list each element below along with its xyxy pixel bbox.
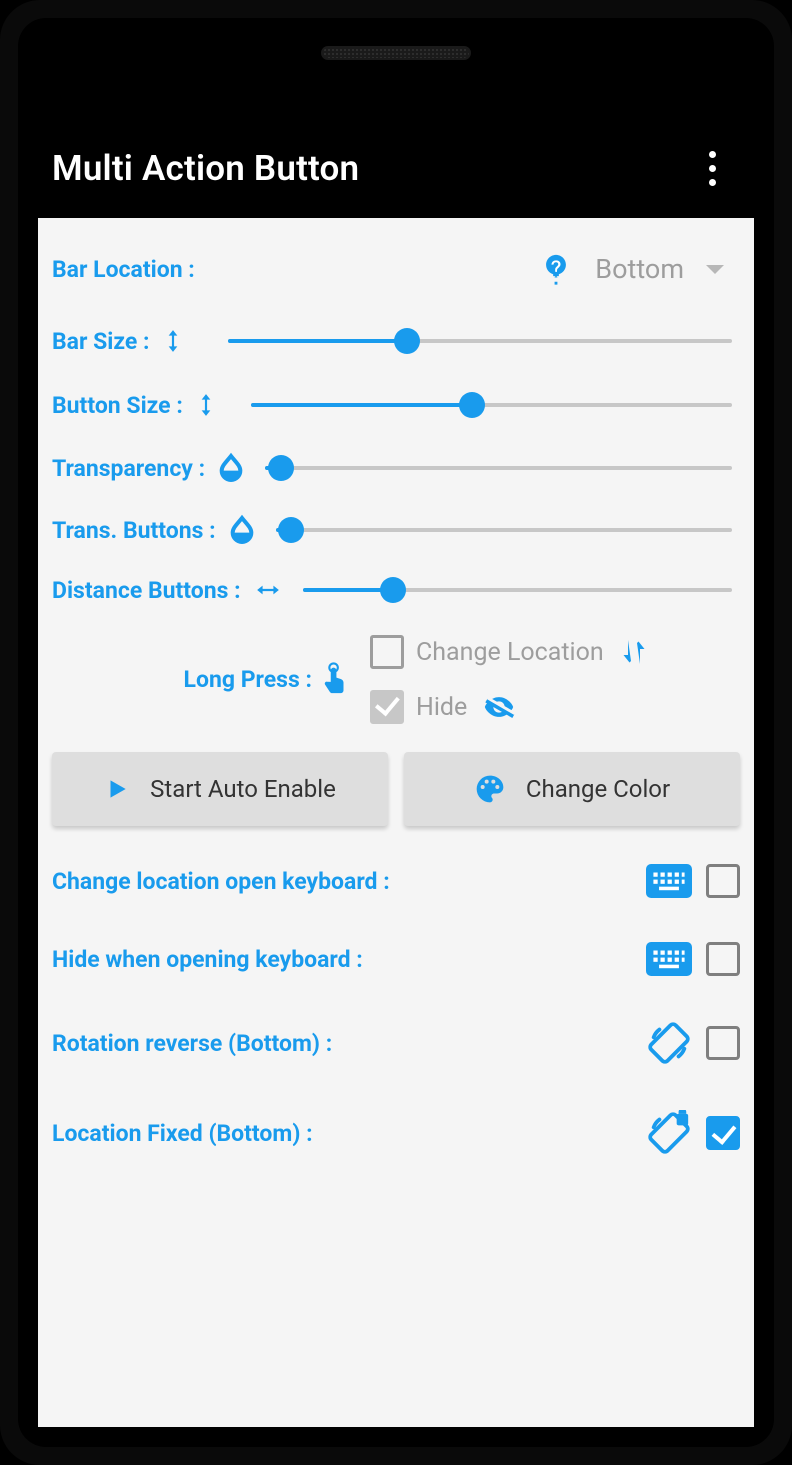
distance-buttons-label: Distance Buttons : <box>52 577 241 604</box>
change-location-keyboard-row: Change location open keyboard : <box>52 864 740 898</box>
opacity-icon <box>226 514 258 546</box>
hide-keyboard-label: Hide when opening keyboard : <box>52 946 363 973</box>
change-color-label: Change Color <box>526 775 670 803</box>
long-press-hide-option[interactable]: Hide <box>370 690 740 724</box>
vertical-resize-icon <box>193 388 219 422</box>
bar-size-row: Bar Size : <box>52 324 740 358</box>
device-screen: Multi Action Button Bar Location : Botto… <box>18 18 774 1447</box>
start-auto-enable-button[interactable]: Start Auto Enable <box>52 752 388 826</box>
chevron-down-icon <box>706 265 724 274</box>
horizontal-resize-icon <box>251 577 285 603</box>
long-press-block: Long Press : Change Location <box>52 634 740 724</box>
distance-buttons-slider[interactable] <box>295 576 740 604</box>
bar-location-row: Bar Location : Bottom <box>52 252 740 286</box>
hide-keyboard-row: Hide when opening keyboard : <box>52 942 740 976</box>
hide-keyboard-checkbox[interactable] <box>706 942 740 976</box>
rotation-icon <box>646 1020 692 1066</box>
rotation-reverse-checkbox[interactable] <box>706 1026 740 1060</box>
change-location-label: Change Location <box>416 638 604 667</box>
app-bar: Multi Action Button <box>18 118 774 218</box>
app-title: Multi Action Button <box>52 148 359 189</box>
keyboard-icon <box>646 942 692 976</box>
rotation-reverse-label: Rotation reverse (Bottom) : <box>52 1030 332 1057</box>
vertical-resize-icon <box>160 324 186 358</box>
change-location-keyboard-checkbox[interactable] <box>706 864 740 898</box>
opacity-icon <box>215 452 247 484</box>
button-size-row: Button Size : <box>52 388 740 422</box>
checkbox-icon <box>370 635 404 669</box>
transparency-label: Transparency : <box>52 455 205 482</box>
palette-icon <box>474 773 506 805</box>
start-auto-enable-label: Start Auto Enable <box>150 775 336 803</box>
keyboard-icon <box>646 864 692 898</box>
action-button-row: Start Auto Enable Change Color <box>52 752 740 826</box>
touch-icon <box>318 660 352 698</box>
long-press-label: Long Press : <box>184 666 312 693</box>
button-size-slider[interactable] <box>243 391 740 419</box>
overflow-menu-button[interactable] <box>699 141 726 196</box>
distance-buttons-row: Distance Buttons : <box>52 576 740 604</box>
bar-location-label: Bar Location : <box>52 256 195 283</box>
transparency-row: Transparency : <box>52 452 740 484</box>
rotation-lock-icon <box>646 1110 692 1156</box>
swap-location-icon <box>616 634 652 670</box>
location-fixed-checkbox[interactable] <box>706 1116 740 1150</box>
button-size-label: Button Size : <box>52 392 183 419</box>
long-press-change-location-option[interactable]: Change Location <box>370 634 740 670</box>
transparency-slider[interactable] <box>257 454 740 482</box>
bar-size-slider[interactable] <box>220 327 740 355</box>
bar-location-value: Bottom <box>595 253 684 285</box>
trans-buttons-label: Trans. Buttons : <box>52 517 216 544</box>
change-location-keyboard-label: Change location open keyboard : <box>52 868 390 895</box>
bar-size-label: Bar Size : <box>52 328 150 355</box>
location-fixed-label: Location Fixed (Bottom) : <box>52 1120 313 1147</box>
settings-panel: Bar Location : Bottom Bar Size : <box>38 218 754 1427</box>
overflow-dot-icon <box>709 179 716 186</box>
hide-label: Hide <box>416 693 467 722</box>
speaker-grill <box>321 46 471 60</box>
bar-location-dropdown[interactable]: Bottom <box>539 252 740 286</box>
trans-buttons-row: Trans. Buttons : <box>52 514 740 546</box>
location-fixed-row: Location Fixed (Bottom) : <box>52 1110 740 1156</box>
device-frame: Multi Action Button Bar Location : Botto… <box>0 0 792 1465</box>
overflow-dot-icon <box>709 151 716 158</box>
eye-off-icon <box>479 690 519 724</box>
checkbox-checked-icon <box>370 690 404 724</box>
play-icon <box>104 776 130 802</box>
rotation-reverse-row: Rotation reverse (Bottom) : <box>52 1020 740 1066</box>
change-color-button[interactable]: Change Color <box>404 752 740 826</box>
trans-buttons-slider[interactable] <box>268 516 740 544</box>
help-icon <box>539 252 573 286</box>
overflow-dot-icon <box>709 165 716 172</box>
